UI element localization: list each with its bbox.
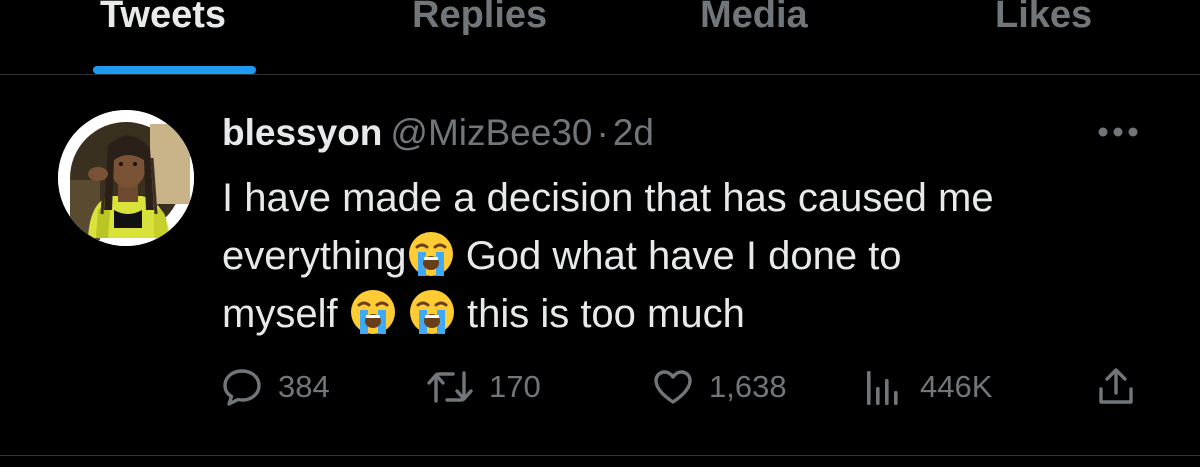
tab-tweets[interactable]: Tweets [100, 0, 226, 40]
active-tab-indicator [93, 66, 256, 74]
tweet-text-line: myself this is too much [222, 285, 1152, 343]
views-button[interactable]: 446K [862, 362, 992, 412]
avatar[interactable] [58, 110, 194, 246]
reply-icon [220, 365, 264, 409]
user-handle[interactable]: @MizBee30 [390, 112, 592, 153]
loudly-crying-face-emoji-icon [408, 288, 456, 336]
tweet-action-bar: 384 170 1,638 446K [0, 362, 1200, 412]
tweet-timestamp[interactable]: 2d [613, 112, 654, 153]
retweet-icon [425, 365, 475, 409]
profile-tabs: Tweets Replies Media Likes [0, 0, 1200, 75]
tweet-text-line: I have made a decision that has caused m… [222, 176, 994, 220]
tweet-text: I have made a decision that has caused m… [222, 169, 1152, 343]
tweet-card[interactable]: blessyon @MizBee30 · 2d I have made a decis… [0, 75, 1200, 456]
tab-media[interactable]: Media [700, 0, 808, 40]
like-button[interactable]: 1,638 [651, 362, 787, 412]
share-button[interactable] [1094, 362, 1152, 412]
display-name[interactable]: blessyon [222, 112, 382, 153]
reply-count: 384 [278, 369, 330, 404]
separator-dot: · [596, 112, 609, 153]
loudly-crying-face-emoji-icon [349, 288, 397, 336]
like-count: 1,638 [709, 369, 787, 404]
tweet-text-line: everything God what have I done to [222, 227, 1152, 285]
views-chart-icon [862, 365, 906, 409]
tab-likes[interactable]: Likes [995, 0, 1092, 40]
heart-icon [651, 365, 695, 409]
tweet-header: blessyon @MizBee30 · 2d [222, 111, 654, 155]
retweet-button[interactable]: 170 [425, 362, 541, 412]
loudly-crying-face-emoji-icon [407, 230, 455, 278]
view-count: 446K [920, 369, 993, 404]
reply-button[interactable]: 384 [220, 362, 330, 412]
tab-replies[interactable]: Replies [412, 0, 547, 40]
more-horizontal-icon[interactable] [1097, 125, 1139, 139]
retweet-count: 170 [489, 369, 541, 404]
share-icon [1094, 365, 1138, 409]
